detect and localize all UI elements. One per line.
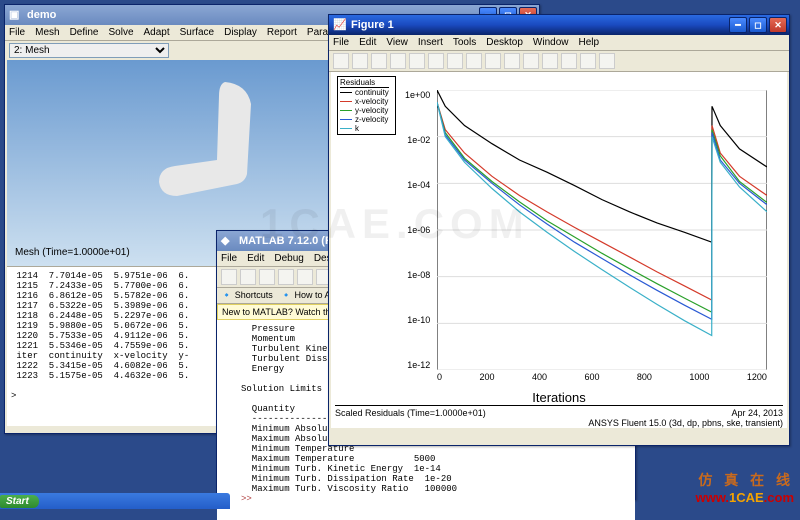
legend-item: continuity (340, 88, 389, 97)
menu-help[interactable]: Help (579, 37, 600, 48)
menu-report[interactable]: Report (267, 27, 297, 38)
minimize-button[interactable]: ━ (729, 17, 747, 33)
close-button[interactable]: ✕ (769, 17, 787, 33)
start-button[interactable]: Start (0, 495, 39, 508)
legend-item: y-velocity (340, 106, 389, 115)
legend-item: k (340, 124, 389, 133)
tool-icon[interactable] (240, 269, 256, 285)
menu-mesh[interactable]: Mesh (35, 27, 59, 38)
footer-date: Apr 24, 2013 (588, 408, 783, 418)
print-icon[interactable] (390, 53, 406, 69)
x-axis-title: Iterations (331, 390, 787, 405)
menu-edit[interactable]: Edit (247, 253, 264, 264)
figure-toolbar[interactable] (329, 51, 789, 72)
legend-icon[interactable] (580, 53, 596, 69)
maximize-button[interactable]: ◻ (749, 17, 767, 33)
tool-icon[interactable] (278, 269, 294, 285)
figure-footer: Scaled Residuals (Time=1.0000e+01) Apr 2… (335, 405, 783, 428)
series-k (437, 102, 767, 335)
figure-menubar[interactable]: File Edit View Insert Tools Desktop Window Help (329, 35, 789, 51)
zoom-out-icon[interactable] (447, 53, 463, 69)
menu-adapt[interactable]: Adapt (144, 27, 170, 38)
menu-file[interactable]: File (9, 27, 25, 38)
site-brand: 仿 真 在 线 www.1CAE.com (696, 470, 795, 505)
menu-file[interactable]: File (333, 37, 349, 48)
matlab-icon: ◆ (221, 234, 235, 248)
taskbar[interactable]: Start (0, 493, 230, 509)
display-selector[interactable]: 2: Mesh (9, 43, 169, 58)
save-icon[interactable] (371, 53, 387, 69)
series-y-velocity (437, 102, 767, 312)
pan-icon[interactable] (466, 53, 482, 69)
hide-tools-icon[interactable] (599, 53, 615, 69)
figure-title: Figure 1 (351, 19, 394, 31)
footer-left: Scaled Residuals (Time=1.0000e+01) (335, 408, 486, 428)
menu-solve[interactable]: Solve (108, 27, 133, 38)
new-icon[interactable] (333, 53, 349, 69)
rotate-icon[interactable] (485, 53, 501, 69)
app-icon: ▣ (9, 8, 23, 22)
x-axis-ticks: 020040060080010001200 (437, 372, 767, 382)
menu-debug[interactable]: Debug (274, 253, 303, 264)
tool-icon[interactable] (221, 269, 237, 285)
menu-desktop[interactable]: Desktop (486, 37, 523, 48)
series-continuity (437, 90, 767, 242)
menu-view[interactable]: View (386, 37, 408, 48)
menu-surface[interactable]: Surface (180, 27, 214, 38)
demo-title: demo (27, 9, 56, 21)
tool-icon[interactable] (259, 269, 275, 285)
menu-edit[interactable]: Edit (359, 37, 376, 48)
brand-cn: 仿 真 在 线 (696, 470, 795, 490)
menu-define[interactable]: Define (70, 27, 99, 38)
plot-area: Residuals continuityx-velocityy-velocity… (331, 72, 787, 428)
footer-right: ANSYS Fluent 15.0 (3d, dp, pbns, ske, tr… (588, 418, 783, 428)
brand-url: www.1CAE.com (696, 490, 795, 505)
legend: Residuals continuityx-velocityy-velocity… (337, 76, 396, 135)
figure-icon: 📈 (333, 18, 347, 32)
menu-file[interactable]: File (221, 253, 237, 264)
series-z-velocity (437, 102, 767, 319)
shortcut-item[interactable]: 🔹 Shortcuts (221, 290, 273, 301)
figure-window: 📈 Figure 1 ━ ◻ ✕ File Edit View Insert Tools… (328, 14, 790, 446)
brush-icon[interactable] (523, 53, 539, 69)
legend-title: Residuals (340, 78, 389, 88)
menu-tools[interactable]: Tools (453, 37, 476, 48)
legend-item: z-velocity (340, 115, 389, 124)
y-axis-ticks: 1e+001e-021e-041e-061e-081e-101e-12 (405, 90, 430, 370)
mesh-geometry (147, 76, 277, 206)
open-icon[interactable] (352, 53, 368, 69)
menu-window[interactable]: Window (533, 37, 569, 48)
menu-display[interactable]: Display (224, 27, 257, 38)
link-icon[interactable] (542, 53, 558, 69)
figure-titlebar[interactable]: 📈 Figure 1 ━ ◻ ✕ (329, 15, 789, 35)
zoom-in-icon[interactable] (428, 53, 444, 69)
menu-insert[interactable]: Insert (418, 37, 443, 48)
colorbar-icon[interactable] (561, 53, 577, 69)
pointer-icon[interactable] (409, 53, 425, 69)
legend-item: x-velocity (340, 97, 389, 106)
tool-icon[interactable] (297, 269, 313, 285)
datacursor-icon[interactable] (504, 53, 520, 69)
chart (437, 90, 767, 370)
viewport-label: Mesh (Time=1.0000e+01) (15, 247, 130, 258)
